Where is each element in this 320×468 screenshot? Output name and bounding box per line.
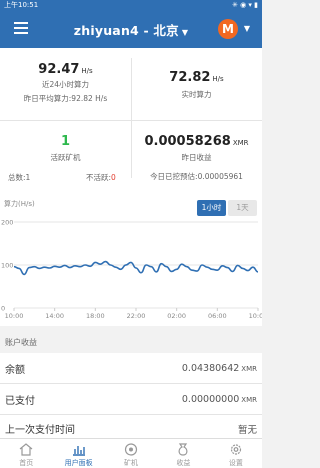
tab-home[interactable]: 首页 (0, 439, 52, 468)
app-bar: zhiyuan4 - 北京 ▼ M ▼ (0, 10, 262, 48)
y-tick-label: 200 (1, 219, 13, 227)
yesterday-income-value: 0.00058268 (144, 134, 231, 149)
paid-row: 已支付 0.00000000 XMR (0, 384, 262, 414)
realtime-hashrate-card: 72.82 H/s 实时算力 (131, 70, 262, 100)
paid-label: 已支付 (5, 395, 35, 407)
total-workers-label: 总数: (8, 173, 26, 182)
inactive-workers-value: 0 (111, 173, 116, 182)
balance-value: 0.04380642 (181, 362, 240, 374)
monero-coin-icon[interactable]: M (218, 19, 238, 39)
divider (0, 120, 262, 121)
tab-settings[interactable]: 设置 (210, 439, 262, 468)
hashrate-24h-label: 近24小时算力 (41, 80, 90, 89)
total-workers-value: 1 (25, 173, 31, 182)
balance-unit: XMR (241, 364, 257, 373)
home-icon (19, 443, 33, 456)
chevron-down-icon: ▼ (181, 27, 189, 37)
paid-unit: XMR (241, 395, 257, 404)
tab-settings-label: 设置 (228, 459, 243, 467)
bottom-tab-bar: 首页 用户面板 矿机 收益 设置 (0, 438, 262, 468)
account-selector[interactable]: zhiyuan4 - 北京 ▼ (74, 20, 188, 39)
tab-home-label: 首页 (19, 459, 34, 467)
balance-label: 余额 (5, 364, 25, 376)
coin-chevron-down-icon[interactable]: ▼ (244, 24, 250, 33)
status-time: 上午10:51 (4, 1, 39, 9)
yesterday-income-card: 0.00058268 XMR 昨日收益 今日已挖预估:0.00005961 (131, 134, 262, 182)
last-payment-value: 暂无 (237, 425, 257, 436)
hashrate-24h-unit: H/s (81, 67, 93, 75)
today-estimate-label: 今日已挖预估: (150, 172, 198, 181)
status-bar: 上午10:51 ✳ ◉ ▾ ▮ (0, 0, 262, 10)
hashrate-line-chart: 200100010:00 14:00 18:00 22:00 02:00 06:00 10:… (1, 219, 262, 321)
inactive-workers-label: 不活跃: (86, 173, 112, 182)
stats-panel: 92.47 H/s 近24小时算力 昨日平均算力:92.82 H/s 72.82 H… (0, 48, 262, 194)
yesterday-avg-label: 昨日平均算力: (23, 94, 72, 103)
tab-miners-label: 矿机 (124, 459, 139, 467)
x-tick-label: 10:00 (249, 312, 262, 320)
status-icons: ✳ ◉ ▾ ▮ (231, 1, 258, 9)
active-workers-label: 活跃矿机 (50, 153, 81, 162)
yesterday-income-label: 昨日收益 (181, 153, 212, 162)
today-estimate: 今日已挖预估:0.00005961 (131, 171, 262, 182)
last-payment-row: 上一次支付时间 暂无 (0, 415, 262, 438)
x-tick-label: 18:00 (86, 312, 105, 320)
realtime-hashrate-label: 实时算力 (181, 90, 212, 99)
active-workers-card[interactable]: 1 活跃矿机 (0, 134, 131, 163)
today-estimate-value: 0.00005961 (197, 172, 243, 181)
x-tick-label: 22:00 (127, 312, 146, 320)
page-title: zhiyuan4 - 北京 (73, 22, 179, 38)
realtime-hashrate-unit: H/s (212, 75, 224, 83)
hashrate-24h-value: 92.47 (38, 62, 80, 77)
tab-dashboard-label: 用户面板 (64, 459, 93, 467)
balance-row: 余额 0.04380642 XMR (0, 353, 262, 383)
yesterday-avg-value: 92.82 H/s (71, 94, 108, 103)
account-income-header: 账户收益 (0, 332, 262, 350)
last-payment-label: 上一次支付时间 (5, 425, 75, 436)
yesterday-avg-hashrate: 昨日平均算力:92.82 H/s (0, 93, 131, 104)
miner-icon (124, 443, 138, 456)
realtime-hashrate-value: 72.82 (169, 70, 211, 85)
gear-icon (230, 444, 241, 455)
inactive-workers: 不活跃:0 (86, 172, 116, 183)
active-workers-value: 1 (60, 134, 71, 149)
tab-miners[interactable]: 矿机 (105, 439, 157, 468)
menu-icon[interactable] (14, 22, 28, 34)
chart-y-title: 算力(H/s) (4, 200, 35, 208)
x-tick-label: 06:00 (208, 312, 227, 320)
income-icon (178, 443, 188, 456)
dashboard-icon (72, 446, 85, 456)
tab-income-label: 收益 (176, 459, 191, 467)
y-tick-label: 100 (1, 262, 13, 270)
x-tick-label: 14:00 (45, 312, 64, 320)
hashrate-24h-card: 92.47 H/s 近24小时算力 昨日平均算力:92.82 H/s (0, 62, 131, 104)
x-tick-label: 02:00 (167, 312, 186, 320)
tab-income[interactable]: 收益 (157, 439, 209, 468)
hashrate-chart-card: 算力(H/s) 1小时 1天 200 100 0 10:00 14:00 18:00 22:… (0, 194, 262, 326)
paid-value: 0.00000000 (181, 393, 240, 405)
yesterday-income-unit: XMR (232, 139, 249, 147)
total-workers: 总数:1 (8, 172, 30, 183)
x-tick-label: 10:00 (5, 312, 24, 320)
tab-dashboard[interactable]: 用户面板 (52, 439, 104, 468)
